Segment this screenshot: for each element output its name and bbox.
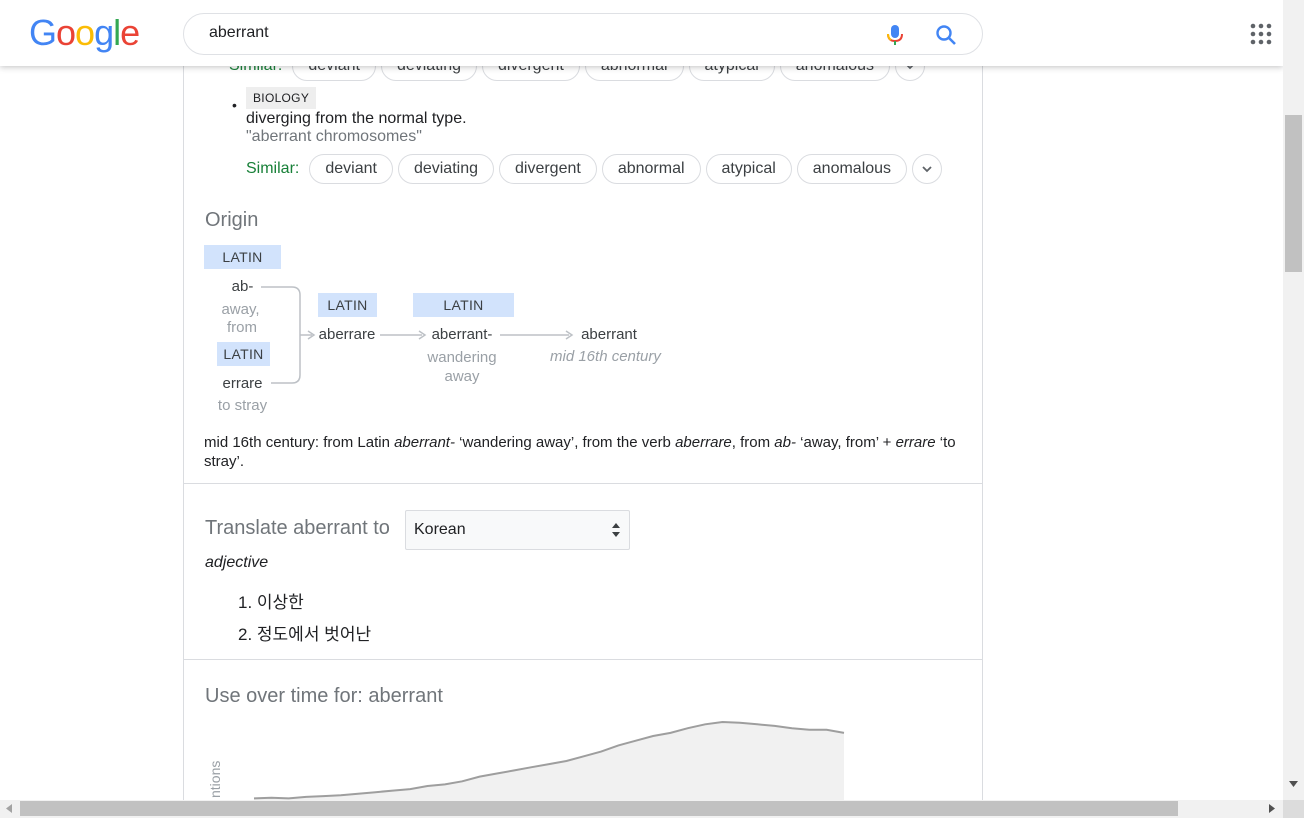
chip-divergent[interactable]: divergent [498,154,597,184]
chip-atypical[interactable]: atypical [705,154,792,184]
example-sentence: "aberrant chromosomes" [246,128,422,145]
lang-badge-latin: LATIN [318,293,377,317]
etymology-diagram: LATIN ab- away, from LATIN errare to str… [204,245,704,425]
selected-language: Korean [414,521,466,538]
page: Similar: deviant deviating divergent abn… [0,0,1304,818]
ety-word-aberrare: aberrare [318,326,376,343]
translate-label: Translate aberrant to [205,517,390,539]
divider [184,483,982,484]
logo-letter: G [29,12,57,53]
origin-text-part: mid 16th century: from Latin [204,434,395,451]
ety-gloss: to stray [217,397,268,414]
bullet: • [232,97,237,113]
ety-word-errare: errare [222,375,263,392]
google-logo[interactable]: Google [29,12,140,54]
scroll-down-arrow-icon[interactable] [1289,781,1298,787]
chevron-down-icon [922,166,932,173]
chip-deviating[interactable]: deviating [397,154,494,184]
usage-title: Use over time for: aberrant [205,685,443,707]
ety-word-aberrant-stem: aberrant- [431,326,493,343]
horizontal-scrollbar[interactable] [0,800,1283,818]
origin-text-part: aberrant- [394,434,455,451]
apps-grid-icon[interactable] [1250,23,1272,45]
similar-label: Similar: [246,160,300,177]
ety-word-ab: ab- [231,278,254,295]
microphone-icon[interactable] [884,23,906,47]
lang-badge-latin: LATIN [217,342,270,366]
language-select[interactable]: Korean [405,510,630,550]
definition: diverging from the normal type. [246,110,467,127]
origin-text-part: ‘wandering away’, from the verb [454,434,676,451]
lang-badge-latin: LATIN [413,293,514,317]
scroll-right-arrow-icon[interactable] [1269,804,1275,813]
translation-item: 1. 이상한 [238,593,304,612]
ety-gloss: away, [221,301,260,318]
logo-letter: e [120,12,140,53]
search-input[interactable] [209,24,809,42]
origin-text-part: ab- [774,434,796,451]
chip-anomalous[interactable]: anomalous [796,154,908,184]
ety-gloss: wandering [427,349,497,366]
usage-y-label: ntions [207,761,223,798]
origin-text-part: errare [895,434,936,451]
chip-abnormal[interactable]: abnormal [601,154,701,184]
usage-chart: ntions [207,720,845,800]
vertical-scrollbar[interactable] [1283,0,1304,800]
ety-gloss: from [227,319,257,336]
translation-item: 2. 정도에서 벗어난 [238,625,372,644]
scrollbar-corner [1283,800,1304,818]
origin-title: Origin [205,209,259,231]
origin-text-part: ‘away, from’ + [795,434,896,451]
dictionary-card: Similar: deviant deviating divergent abn… [183,40,983,818]
usage-area [254,722,844,800]
horizontal-scroll-thumb[interactable] [20,801,1178,816]
vertical-scroll-thumb[interactable] [1285,115,1302,272]
ety-date: mid 16th century [550,348,661,365]
search-icon[interactable] [934,23,958,47]
similar-row-2: Similar: deviant deviating divergent abn… [246,154,943,184]
divider [184,659,982,660]
domain-badge: BIOLOGY [246,87,317,109]
ety-word-aberrant: aberrant [581,326,637,343]
logo-letter: o [75,12,95,53]
more-synonyms-button[interactable] [912,154,943,184]
logo-letter: o [56,12,76,53]
lang-badge-latin: LATIN [204,245,281,269]
ety-gloss: away [444,368,480,385]
select-arrows-icon [612,523,620,537]
origin-text: mid 16th century: from Latin aberrant- ‘… [204,433,964,471]
part-of-speech: adjective [205,554,269,571]
origin-text-part: aberrare [675,434,732,451]
search-box[interactable] [183,13,983,55]
logo-letter: g [94,12,114,53]
origin-text-part: , from [731,434,775,451]
header: Google [0,0,1283,66]
scroll-left-arrow-icon[interactable] [6,804,12,813]
chip-deviant[interactable]: deviant [309,154,393,184]
